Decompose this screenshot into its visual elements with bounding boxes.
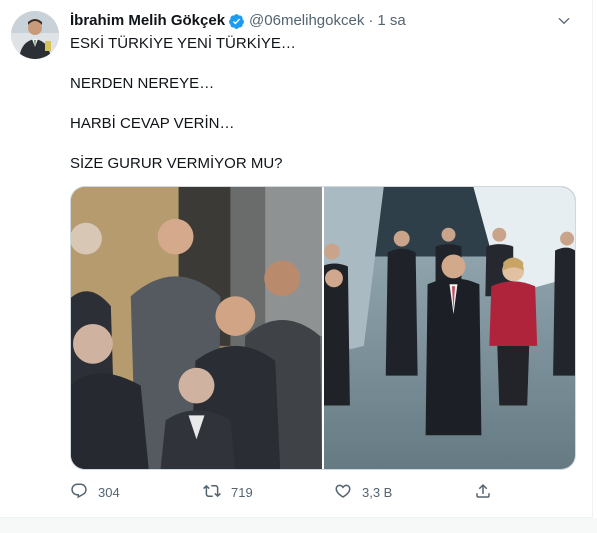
share-icon [474,482,492,504]
tweet-media [70,186,576,470]
timestamp[interactable]: 1 sa [377,11,405,31]
tweet-line: SİZE GURUR VERMİYOR MU? [70,155,283,172]
retweet-count: 719 [231,485,253,500]
tweet-line: ESKİ TÜRKİYE YENİ TÜRKİYE… [70,35,296,52]
reply-button[interactable]: 304 [70,482,120,504]
heart-icon [334,482,352,504]
like-count: 3,3 B [362,485,393,500]
photo-right[interactable] [324,187,575,469]
tweet-line: NERDEN NEREYE… [70,75,215,92]
tweet-text: ESKİ TÜRKİYE YENİ TÜRKİYE… NERDEN NEREYE… [70,34,580,174]
reply-icon [70,482,88,504]
chevron-down-icon[interactable] [554,11,574,31]
photo-left[interactable] [71,187,322,469]
timeline-background [0,518,597,533]
share-button[interactable] [474,482,492,504]
handle[interactable]: @06melihgokcek [249,11,364,31]
verified-badge-icon [228,13,245,30]
like-button[interactable]: 3,3 B [334,482,392,504]
tweet-card[interactable]: İbrahim Melih Gökçek @06melihgokcek · 1 … [0,0,593,518]
tweet-header: İbrahim Melih Gökçek @06melihgokcek · 1 … [70,11,572,31]
avatar[interactable] [11,11,59,59]
tweet-line: HARBİ CEVAP VERİN… [70,115,235,132]
retweet-icon [203,482,221,504]
retweet-button[interactable]: 719 [203,482,253,504]
action-bar: 304 719 3,3 B [70,482,500,504]
separator-dot: · [368,12,374,29]
display-name[interactable]: İbrahim Melih Gökçek [70,11,225,31]
reply-count: 304 [98,485,120,500]
